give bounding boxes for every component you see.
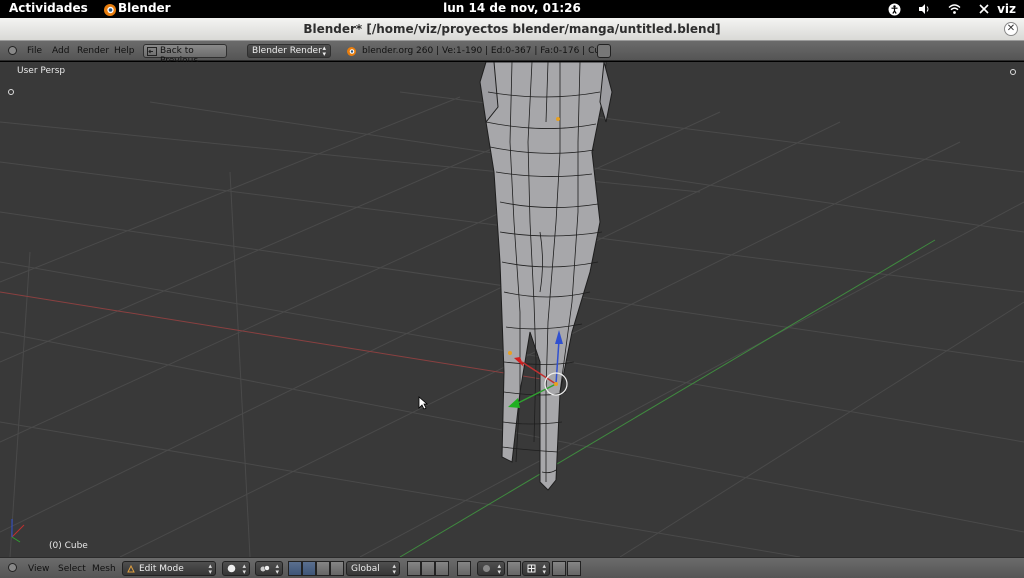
menu-select[interactable]: Select	[58, 564, 86, 574]
selected-vertex	[556, 117, 560, 121]
dropdown-arrows-icon: ▴ ▾	[392, 562, 396, 576]
snap-increment-icon	[527, 564, 536, 573]
properties-toggle-icon[interactable]	[1010, 69, 1016, 75]
mouse-cursor-icon	[418, 396, 428, 410]
menu-help[interactable]: Help	[114, 46, 135, 56]
scene-statistics: blender.org 260 | Ve:1-190 | Ed:0-367 | …	[362, 46, 612, 56]
transform-orientation-dropdown[interactable]: Global ▴ ▾	[346, 561, 400, 576]
active-object-label: (0) Cube	[49, 541, 88, 551]
render-engine-dropdown[interactable]: Blender Render ▴ ▾	[247, 44, 331, 58]
y-axis-line	[399, 239, 936, 557]
render-opengl-icon[interactable]	[552, 561, 566, 576]
proportional-editing-dropdown[interactable]: ▴ ▾	[477, 561, 505, 576]
close-window-button[interactable]: ✕	[1004, 22, 1018, 36]
dropdown-arrows-icon: ▴ ▾	[322, 44, 326, 58]
translate-manipulator-icon[interactable]	[302, 561, 316, 576]
editor-type-handle-icon[interactable]	[8, 563, 17, 572]
blender-app-icon	[104, 4, 116, 16]
scale-manipulator-icon[interactable]	[330, 561, 344, 576]
menu-add[interactable]: Add	[52, 46, 69, 56]
wifi-icon[interactable]	[947, 2, 961, 16]
manipulator-toggle-icon[interactable]	[288, 561, 302, 576]
occlude-geometry-icon[interactable]	[457, 561, 471, 576]
render-animation-icon[interactable]	[567, 561, 581, 576]
vertex-select-mode-icon[interactable]	[407, 561, 421, 576]
rotate-manipulator-icon[interactable]	[316, 561, 330, 576]
render-engine-label: Blender Render	[252, 46, 322, 56]
back-to-previous-button[interactable]: Back to Previous	[143, 44, 227, 66]
editor-type-handle-icon[interactable]	[8, 46, 17, 55]
mode-label: Edit Mode	[139, 564, 184, 574]
activities-button[interactable]: Actividades	[9, 1, 88, 15]
viewport-canvas[interactable]	[0, 62, 1024, 557]
info-header: File Add Render Help Back to Previous Bl…	[0, 41, 1024, 66]
view-name-label: User Persp	[17, 66, 66, 76]
pivot-point-icon	[260, 565, 270, 572]
fullscreen-toggle-icon[interactable]	[597, 44, 611, 58]
window-title-bar[interactable]: Blender* [/home/viz/proyectos blender/ma…	[0, 18, 1024, 41]
dropdown-arrows-icon: ▴ ▾	[275, 562, 279, 576]
accessibility-icon[interactable]	[887, 2, 901, 16]
blender-logo-icon	[347, 47, 356, 56]
proportional-editing-icon	[483, 565, 490, 572]
volume-icon[interactable]	[917, 2, 931, 16]
edge-select-mode-icon[interactable]	[421, 561, 435, 576]
3d-view-header: View Select Mesh Edit Mode ▴ ▾ ▴ ▾ ▴ ▾ Glob…	[0, 557, 1024, 578]
mesh-object-cube[interactable]	[479, 62, 613, 491]
mode-dropdown[interactable]: Edit Mode ▴ ▾	[122, 561, 216, 576]
user-menu[interactable]: viz	[997, 2, 1016, 16]
menu-file[interactable]: File	[27, 46, 42, 56]
selected-vertex	[508, 351, 512, 355]
orientation-label: Global	[351, 564, 380, 574]
menu-view[interactable]: View	[28, 564, 49, 574]
user-status-icon[interactable]	[977, 2, 991, 16]
viewport-shading-dropdown[interactable]: ▴ ▾	[222, 561, 250, 576]
window-title: Blender* [/home/viz/proyectos blender/ma…	[303, 22, 721, 36]
edit-mode-icon	[127, 565, 135, 573]
dropdown-arrows-icon: ▴ ▾	[497, 562, 501, 576]
dropdown-arrows-icon: ▴ ▾	[208, 562, 212, 576]
back-icon	[147, 47, 157, 56]
app-menu-button[interactable]: Blender	[118, 1, 171, 15]
pivot-point-dropdown[interactable]: ▴ ▾	[255, 561, 283, 576]
snap-element-dropdown[interactable]: ▴ ▾	[522, 561, 550, 576]
x-axis-line	[0, 291, 561, 383]
3d-viewport[interactable]: User Persp (0) Cube	[0, 62, 1024, 557]
dropdown-arrows-icon: ▴ ▾	[542, 562, 546, 576]
system-tray: viz	[887, 0, 1024, 18]
snap-toggle-icon[interactable]	[507, 561, 521, 576]
menu-mesh[interactable]: Mesh	[92, 564, 116, 574]
menu-render[interactable]: Render	[77, 46, 109, 56]
solid-shading-icon	[227, 564, 236, 573]
face-select-mode-icon[interactable]	[435, 561, 449, 576]
view-axis-gizmo	[11, 519, 25, 543]
gnome-top-bar: Actividades Blender lun 14 de nov, 01:26…	[0, 0, 1024, 18]
toolshelf-toggle-icon[interactable]	[8, 89, 14, 95]
dropdown-arrows-icon: ▴ ▾	[242, 562, 246, 576]
